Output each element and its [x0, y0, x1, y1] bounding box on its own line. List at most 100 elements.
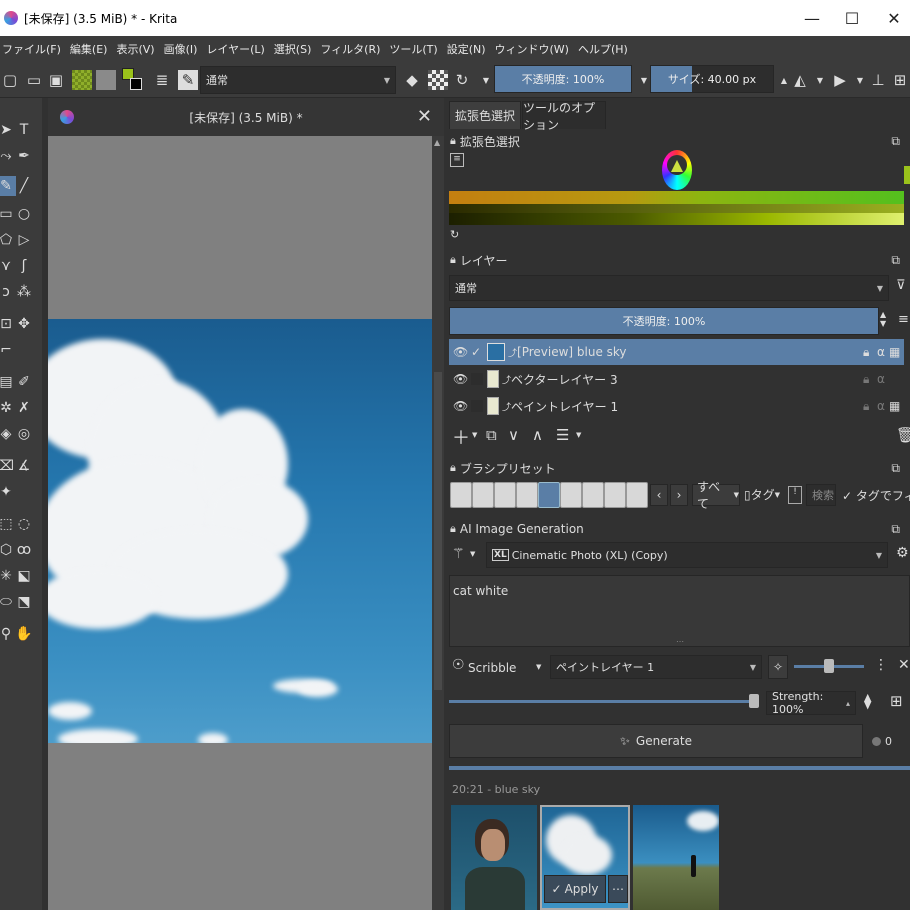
queue-indicator[interactable]: 0 [872, 735, 892, 748]
float-panel-icon[interactable]: ⧉ [891, 522, 900, 537]
menu-layer[interactable]: レイヤー(L) [206, 41, 264, 57]
slider-handle[interactable] [749, 694, 759, 708]
move-tool-icon[interactable]: ✥ [14, 314, 34, 334]
color-bar-upper[interactable] [449, 191, 904, 204]
canvas-vertical-scrollbar[interactable]: ▲ [432, 136, 444, 910]
lock-icon[interactable]: 🔒︎ [863, 399, 869, 414]
control-layer-icon[interactable]: ☉ [452, 657, 465, 673]
lock-icon[interactable]: 🔒︎ [450, 522, 456, 536]
reference-tool-icon[interactable]: ✦ [0, 482, 16, 502]
checkbox-icon[interactable]: ✓ [471, 345, 483, 359]
chevron-down-icon[interactable]: ▼ [476, 70, 496, 90]
open-document-icon[interactable]: ▭ [24, 70, 44, 90]
opacity-slider[interactable]: 不透明度: 100% [494, 65, 632, 93]
brush-preset-item[interactable] [560, 482, 582, 508]
color-history-swatch[interactable] [904, 166, 910, 184]
text-tool-icon[interactable]: T [14, 120, 34, 140]
ellipse-select-icon[interactable]: ◌ [14, 514, 34, 534]
fg-bg-color-icon[interactable] [122, 68, 144, 92]
crop-icon[interactable]: ⊥ [868, 70, 888, 90]
visibility-eye-icon[interactable]: 👁︎ [453, 345, 468, 359]
calligraphy-icon[interactable]: ✒ [14, 146, 34, 166]
brush-preset-item[interactable] [626, 482, 648, 508]
save-document-icon[interactable]: ▣ [46, 70, 66, 90]
chevron-down-icon[interactable]: ▼ [472, 431, 477, 439]
inherit-alpha-icon[interactable]: ▦ [889, 345, 900, 359]
menu-edit[interactable]: 編集(E) [70, 41, 108, 57]
delete-layer-icon[interactable]: 🗑︎ [896, 426, 910, 444]
eraser-icon[interactable]: ◆ [402, 70, 422, 90]
layer-properties-icon[interactable]: ☰ [556, 426, 569, 444]
color-settings-icon[interactable]: ≡ [450, 153, 464, 167]
scroll-up-icon[interactable]: ▲ [434, 138, 440, 147]
sparkle-icon[interactable]: ✧ [768, 655, 788, 679]
history-thumbnail[interactable] [633, 805, 719, 910]
brush-preset-item[interactable] [582, 482, 604, 508]
menu-tools[interactable]: ツール(T) [389, 41, 437, 57]
chevron-down-icon[interactable]: ▼ [536, 663, 541, 671]
magic-wand-icon[interactable]: ⚚ [452, 546, 465, 562]
similar-select-icon[interactable]: ⬕ [14, 566, 34, 586]
checkbox-icon[interactable] [471, 400, 483, 412]
tab-tool-options[interactable]: ツールのオプション [522, 101, 606, 132]
color-bar-mid[interactable] [449, 204, 904, 213]
layer-blend-mode-combo[interactable]: 通常 ▼ [449, 275, 889, 301]
color-bar-lower[interactable] [449, 213, 904, 225]
more-icon[interactable]: ⋯ [608, 875, 628, 903]
menu-select[interactable]: 選択(S) [274, 41, 312, 57]
size-slider[interactable]: サイズ: 40.00 px [650, 65, 774, 93]
generate-button[interactable]: ✨︎ Generate [449, 724, 863, 758]
chevron-down-icon[interactable]: ▼ [810, 70, 830, 90]
ai-style-combo[interactable]: XL Cinematic Photo (XL) (Copy) ▼ [486, 542, 888, 568]
minimize-button[interactable]: — [790, 0, 834, 36]
preset-filter-combo[interactable]: すべて ▼ [692, 480, 740, 511]
maximize-button[interactable]: ☐ [830, 0, 874, 36]
color-picker-icon[interactable]: ✐ [14, 372, 34, 392]
float-panel-icon[interactable]: ⧉ [891, 253, 900, 268]
gear-icon[interactable]: ⚙ [896, 545, 909, 561]
brush-preset-item-selected[interactable] [538, 482, 560, 508]
chevron-down-icon[interactable]: ▼ [470, 550, 475, 558]
wrap-around-icon[interactable]: ⊞ [890, 70, 910, 90]
layer-menu-icon[interactable]: ≡ [898, 312, 909, 327]
lock-icon[interactable]: 🔒︎ [450, 134, 456, 148]
chevron-left-icon[interactable]: ‹ [650, 484, 668, 506]
chevron-down-icon[interactable]: ▼ [850, 70, 870, 90]
refresh-colors-icon[interactable]: ↻ [450, 228, 459, 241]
more-options-icon[interactable]: ⋮ [874, 657, 888, 673]
assistant-tool-icon[interactable]: ✗ [14, 398, 34, 418]
move-layer-up-icon[interactable]: ∧ [532, 426, 543, 444]
spin-arrows-icon[interactable]: ▲ ▼ [880, 310, 886, 328]
enclose-fill-icon[interactable]: ◎ [14, 424, 34, 444]
menu-window[interactable]: ウィンドウ(W) [495, 41, 569, 57]
layer-row[interactable]: 👁︎ ⤴ ペイントレイヤー 1 🔒︎ α ▦ [449, 393, 904, 419]
insert-image-icon[interactable]: ⊞ [890, 692, 903, 710]
polyline-tool-icon[interactable]: ▷ [14, 230, 34, 250]
multibrush-icon[interactable]: ⁂ [14, 282, 34, 302]
move-layer-down-icon[interactable]: ∨ [508, 426, 519, 444]
crop-tool-icon[interactable]: ⌐ [0, 340, 16, 360]
close-window-button[interactable]: ✕ [872, 0, 910, 36]
line-tool-icon[interactable]: ╱ [14, 176, 34, 196]
checkbox-icon[interactable] [471, 373, 483, 385]
history-thumbnail-selected[interactable]: ✓ Apply ⋯ [540, 805, 630, 910]
mirror-vertical-icon[interactable]: ▶ [830, 70, 850, 90]
chevron-down-icon[interactable]: ▼ [576, 431, 581, 439]
chevron-right-icon[interactable]: › [670, 484, 688, 506]
canvas-image-sky[interactable] [48, 319, 432, 743]
menu-settings[interactable]: 設定(N) [447, 41, 486, 57]
close-control-icon[interactable]: ✕ [898, 657, 910, 673]
brush-preset-item[interactable] [450, 482, 472, 508]
strength-track[interactable] [449, 694, 759, 708]
pattern-swatch[interactable] [96, 70, 116, 90]
preset-search-input[interactable]: 検索 [806, 484, 836, 506]
lock-icon[interactable]: 🔒︎ [863, 372, 869, 387]
brush-preset-item[interactable] [604, 482, 626, 508]
gradient-swatch[interactable] [72, 70, 92, 90]
control-layer-combo[interactable]: ペイントレイヤー 1 ▼ [550, 655, 762, 679]
freehand-path-icon[interactable]: ʃ [14, 256, 34, 276]
apply-button[interactable]: ✓ Apply [544, 875, 606, 903]
slider-handle[interactable] [824, 659, 834, 673]
brush-preset-item[interactable] [516, 482, 538, 508]
new-document-icon[interactable]: ▢ [0, 70, 20, 90]
